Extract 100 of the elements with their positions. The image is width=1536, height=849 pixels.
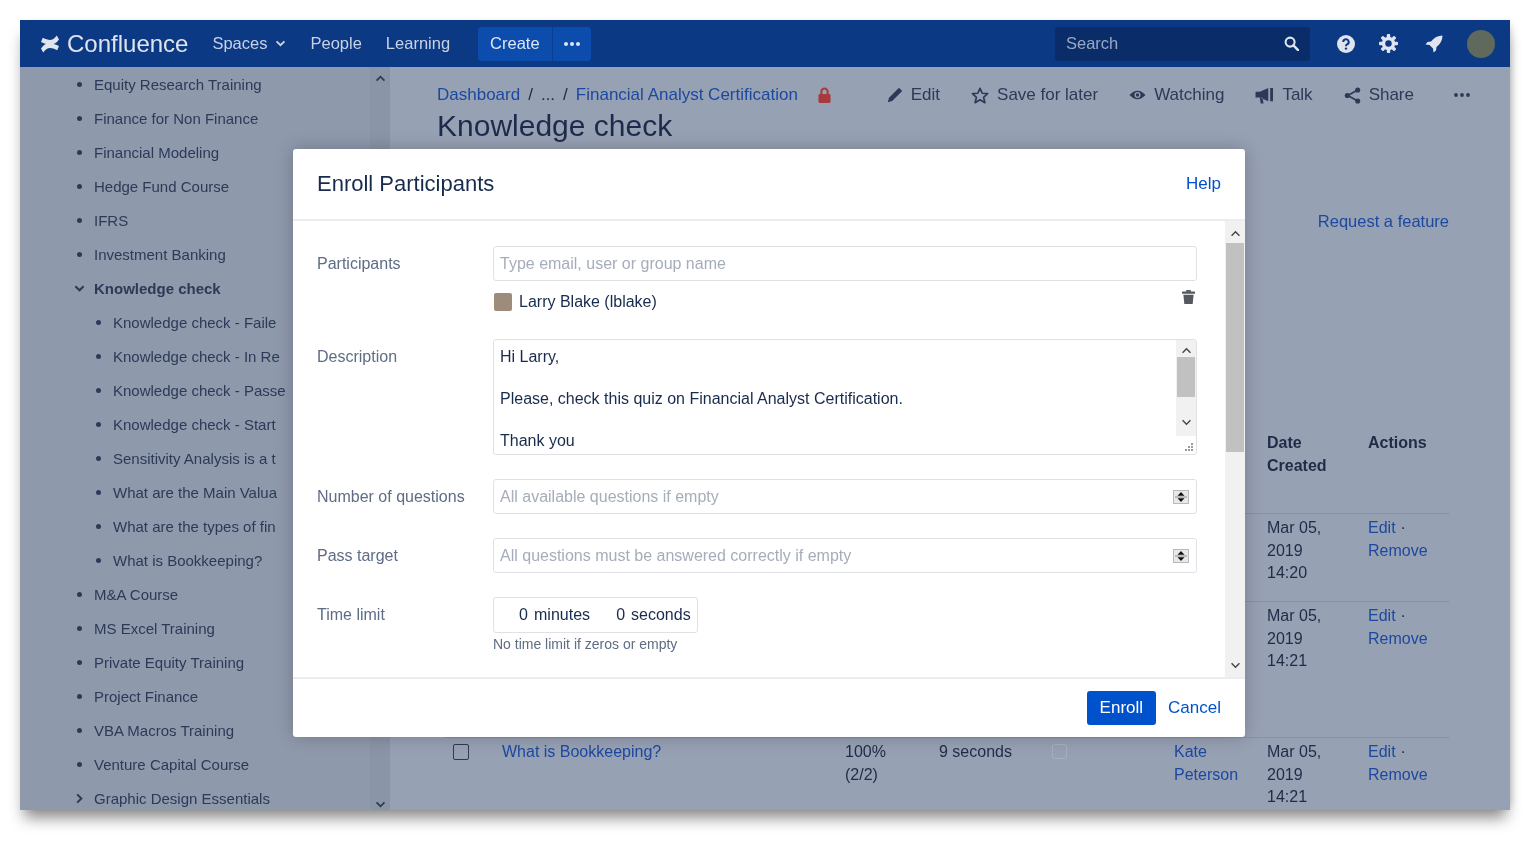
edit-link[interactable]: Edit xyxy=(1368,607,1396,624)
sidebar-item[interactable]: Financial Modeling xyxy=(94,143,220,161)
chevron-up-icon[interactable] xyxy=(1229,230,1241,237)
enroll-button[interactable]: Enroll xyxy=(1086,691,1157,725)
more-button[interactable] xyxy=(551,26,591,61)
seconds-field[interactable]: 0 xyxy=(592,606,626,624)
sidebar-item[interactable]: VBA Macros Training xyxy=(94,721,235,739)
bullet-icon xyxy=(77,625,82,631)
minutes-field[interactable]: 0 xyxy=(494,606,528,624)
scrollbar-thumb[interactable] xyxy=(1177,357,1195,397)
search-icon[interactable] xyxy=(1284,36,1299,51)
sidebar-item[interactable]: Graphic Design Essentials xyxy=(94,789,270,807)
bullet-icon xyxy=(77,217,82,223)
resize-grip-icon[interactable] xyxy=(1185,443,1193,451)
nav-link[interactable]: People xyxy=(298,34,374,53)
search-field[interactable]: Search xyxy=(1055,26,1310,61)
pencil-icon xyxy=(886,87,903,103)
sidebar-item[interactable]: Knowledge check - Faile xyxy=(113,313,277,331)
sidebar-item[interactable]: What is Bookkeeping? xyxy=(113,551,263,569)
bullet-icon xyxy=(77,761,82,767)
sidebar-item[interactable]: Sensitivity Analysis is a t xyxy=(113,449,276,467)
chevron-down-icon[interactable] xyxy=(1180,419,1192,426)
logo-icon[interactable] xyxy=(40,34,60,53)
quiz-link[interactable]: What is Bookkeeping? xyxy=(502,743,662,760)
bullet-icon xyxy=(77,693,82,699)
chevron-up-icon[interactable] xyxy=(374,75,386,82)
sidebar-item[interactable]: What are the types of fin xyxy=(113,517,276,535)
star-icon xyxy=(971,86,990,104)
settings-icon[interactable] xyxy=(1379,34,1398,53)
bullet-icon xyxy=(96,319,101,325)
lock-icon[interactable] xyxy=(817,87,831,103)
sidebar-item[interactable]: Knowledge check xyxy=(94,279,221,297)
avatar xyxy=(494,293,512,311)
edit-link[interactable]: Edit xyxy=(1368,743,1396,760)
sidebar-item[interactable]: Investment Banking xyxy=(94,245,226,263)
page-action[interactable]: Watching xyxy=(1129,85,1225,105)
sidebar-item[interactable]: Hedge Fund Course xyxy=(94,177,230,195)
sidebar-item[interactable]: Finance for Non Finance xyxy=(94,109,259,127)
sidebar-item[interactable]: Venture Capital Course xyxy=(94,755,250,773)
cancel-link[interactable]: Cancel xyxy=(1168,698,1221,718)
remove-link[interactable]: Remove xyxy=(1368,629,1428,647)
description-text: Please, check this quiz on Financial Analyst Certification. xyxy=(500,389,904,409)
bullet-icon xyxy=(96,421,101,427)
sidebar-item[interactable]: Project Finance xyxy=(94,687,199,705)
breadcrumb-link[interactable]: Financial Analyst Certification xyxy=(575,85,798,105)
page-action[interactable]: Save for later xyxy=(971,85,1099,105)
bullet-icon xyxy=(77,659,82,665)
nav-link[interactable]: Learning xyxy=(373,34,463,53)
remove-link[interactable]: Remove xyxy=(1368,541,1428,559)
sidebar-item[interactable]: IFRS xyxy=(94,211,129,229)
trash-icon[interactable] xyxy=(1182,290,1195,304)
remove-link[interactable]: Remove xyxy=(1368,765,1428,783)
user-link[interactable]: Kate Peterson xyxy=(1174,741,1246,786)
logo-text[interactable]: Confluence xyxy=(67,29,189,58)
stepper-icon[interactable] xyxy=(1173,548,1189,563)
number-field[interactable]: All questions must be answered correctly if empty xyxy=(493,538,1197,573)
scrollbar[interactable] xyxy=(1176,340,1196,436)
chevron-right-icon[interactable] xyxy=(74,792,85,804)
number-field[interactable]: All available questions if empty xyxy=(493,479,1197,514)
sidebar-item[interactable]: Private Equity Training xyxy=(94,653,245,671)
sidebar-item[interactable]: Knowledge check - Passe xyxy=(113,381,286,399)
stepper-icon[interactable] xyxy=(1173,489,1189,504)
page-action[interactable]: Edit xyxy=(886,85,941,105)
request-feature-link[interactable]: Request a feature xyxy=(1317,210,1449,232)
breadcrumb-ellipsis[interactable]: ... xyxy=(540,85,556,105)
help-link[interactable]: Help xyxy=(1186,174,1221,194)
dialog-title: Enroll Participants xyxy=(317,171,495,197)
more-icon[interactable] xyxy=(1454,93,1470,97)
sidebar-item[interactable]: Equity Research Training xyxy=(94,75,262,93)
more-icon xyxy=(563,41,580,46)
description-field[interactable]: Hi Larry, Please, check this quiz on Financial Analyst Certification. Thank you xyxy=(493,339,1197,455)
scrollbar[interactable] xyxy=(1225,221,1245,677)
checkbox[interactable] xyxy=(453,744,469,760)
bullet-icon xyxy=(96,387,101,393)
sidebar-item[interactable]: Knowledge check - In Re xyxy=(113,347,280,365)
participants-field[interactable]: Type email, user or group name xyxy=(493,246,1197,281)
field-label: Time limit xyxy=(317,605,386,625)
chevron-down-icon[interactable] xyxy=(1229,662,1241,669)
field-label: Number of questions xyxy=(317,487,466,507)
column-header: Actions xyxy=(1367,433,1428,453)
breadcrumb-link[interactable]: Dashboard xyxy=(437,85,521,105)
scrollbar-thumb[interactable] xyxy=(1226,243,1244,452)
sidebar-item[interactable]: MS Excel Training xyxy=(94,619,215,637)
nav-link[interactable]: Spaces xyxy=(200,34,299,53)
chevron-down-icon[interactable] xyxy=(374,801,386,808)
create-button[interactable]: Create xyxy=(478,26,552,61)
score-text: 100% (2/2) xyxy=(845,742,887,785)
bullet-icon xyxy=(77,591,82,597)
sidebar-item[interactable]: Knowledge check - Start xyxy=(113,415,276,433)
page-action[interactable]: Share xyxy=(1343,85,1414,105)
rocket-icon[interactable] xyxy=(1425,34,1443,53)
chevron-up-icon[interactable] xyxy=(1180,347,1192,354)
edit-link[interactable]: Edit xyxy=(1368,519,1396,536)
page-action[interactable]: Talk xyxy=(1255,85,1313,105)
bullet-icon xyxy=(96,455,101,461)
separator-text: · xyxy=(1400,743,1406,760)
help-icon[interactable] xyxy=(1337,34,1355,53)
sidebar-item[interactable]: What are the Main Valua xyxy=(113,483,277,501)
separator-text: · xyxy=(1400,519,1406,536)
sidebar-item[interactable]: M&A Course xyxy=(94,585,179,603)
